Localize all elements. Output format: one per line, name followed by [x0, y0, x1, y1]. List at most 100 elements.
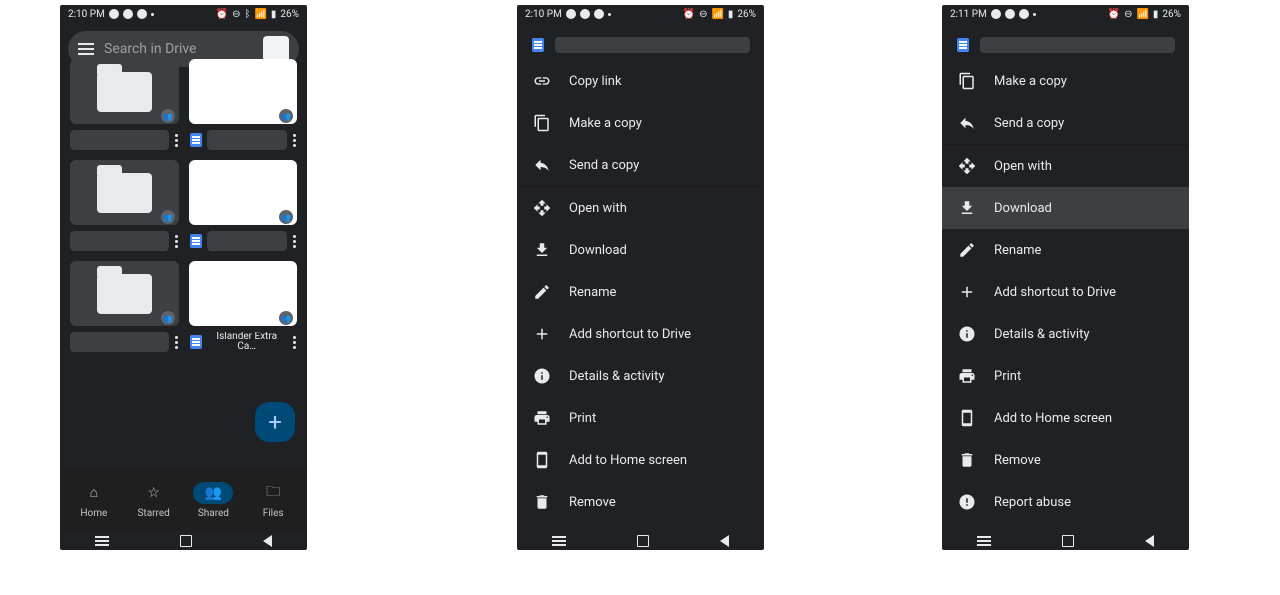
more-options-icon[interactable] [293, 134, 297, 147]
search-input[interactable]: Search in Drive [104, 41, 253, 57]
remove-icon [533, 493, 551, 511]
menu-item-label: Report abuse [994, 495, 1071, 510]
file-name [207, 130, 288, 150]
info-icon [533, 367, 551, 385]
download-icon [533, 241, 551, 259]
status-bar: 2:10 PM ⏰ ⊖ 📶 ▮ 26% [517, 5, 764, 23]
nav-home[interactable]: ⌂ Home [74, 482, 114, 519]
print-icon [533, 409, 551, 427]
menu-remove[interactable]: Remove [517, 481, 764, 523]
menu-remove[interactable]: Remove [942, 439, 1189, 481]
menu-report[interactable]: Report abuse [942, 481, 1189, 523]
docs-icon [531, 38, 545, 52]
open-with-icon [533, 199, 551, 217]
notification-icon [566, 9, 576, 19]
recents-button[interactable] [552, 540, 566, 542]
menu-download[interactable]: Download [517, 229, 764, 271]
alarm-icon: ⏰ [1108, 9, 1120, 20]
signal-icon: ▮ [271, 9, 277, 20]
battery-text: 26% [280, 9, 299, 20]
home-button[interactable] [1062, 535, 1074, 547]
open-with-icon [958, 157, 976, 175]
status-time: 2:11 PM [950, 9, 987, 20]
signal-icon: ▮ [728, 9, 734, 20]
menu-add-home[interactable]: Add to Home screen [942, 397, 1189, 439]
more-options-icon[interactable] [293, 336, 297, 349]
file-card-doc[interactable]: 👥 [189, 160, 298, 251]
people-icon: 👥 [205, 485, 222, 501]
star-icon: ☆ [147, 485, 160, 501]
menu-open-with[interactable]: Open with [517, 187, 764, 229]
hamburger-menu-icon[interactable] [78, 43, 94, 55]
menu-send-copy[interactable]: Send a copy [517, 144, 764, 186]
menu-download[interactable]: Download [942, 187, 1189, 229]
print-icon [958, 367, 976, 385]
recents-button[interactable] [95, 540, 109, 542]
menu-make-copy[interactable]: Make a copy [942, 60, 1189, 102]
more-notifications-icon [608, 13, 611, 16]
file-card-doc[interactable]: 👥 Islander Extra Ca… [189, 261, 298, 352]
menu-add-home[interactable]: Add to Home screen [517, 439, 764, 481]
copy-icon [533, 114, 551, 132]
battery-text: 26% [1162, 9, 1181, 20]
shared-badge-icon: 👥 [161, 210, 175, 224]
menu-item-label: Send a copy [569, 158, 639, 173]
info-icon [958, 325, 976, 343]
docs-icon [189, 234, 203, 248]
docs-icon [189, 335, 203, 349]
file-name [70, 332, 169, 352]
menu-rename[interactable]: Rename [517, 271, 764, 313]
more-options-icon[interactable] [175, 336, 179, 349]
fab-new-button[interactable]: + [255, 402, 295, 442]
menu-add-shortcut[interactable]: Add shortcut to Drive [517, 313, 764, 355]
back-button[interactable] [263, 535, 272, 547]
home-icon: ⌂ [90, 484, 98, 501]
shortcut-icon [958, 283, 976, 301]
nav-files[interactable]: 🗀 Files [253, 482, 293, 519]
back-button[interactable] [720, 535, 729, 547]
file-grid: 👥 👥 👥 [60, 59, 307, 352]
menu-details[interactable]: Details & activity [942, 313, 1189, 355]
remove-icon [958, 451, 976, 469]
shared-badge-icon: 👥 [161, 311, 175, 325]
menu-send-copy[interactable]: Send a copy [942, 102, 1189, 144]
menu-item-label: Open with [569, 201, 627, 216]
more-options-icon[interactable] [175, 235, 179, 248]
file-card-folder[interactable]: 👥 [70, 59, 179, 150]
menu-open-with[interactable]: Open with [942, 145, 1189, 187]
nav-label: Shared [198, 508, 229, 519]
notification-icon [1005, 9, 1015, 19]
home-button[interactable] [180, 535, 192, 547]
menu-item-label: Download [569, 243, 627, 258]
menu-add-shortcut[interactable]: Add shortcut to Drive [942, 271, 1189, 313]
shared-badge-icon: 👥 [279, 109, 293, 123]
nav-starred[interactable]: ☆ Starred [134, 482, 174, 519]
menu-item-label: Send a copy [994, 116, 1064, 131]
dnd-icon: ⊖ [699, 9, 707, 20]
more-options-icon[interactable] [175, 134, 179, 147]
back-button[interactable] [1145, 535, 1154, 547]
menu-item-label: Make a copy [569, 116, 642, 131]
notification-icon [1019, 9, 1029, 19]
menu-make-copy[interactable]: Make a copy [517, 102, 764, 144]
menu-details[interactable]: Details & activity [517, 355, 764, 397]
file-card-doc[interactable]: 👥 [189, 59, 298, 150]
context-menu-screen-2: 2:11 PM ⏰ ⊖ 📶 ▮ 26% Make a copySend a co… [942, 5, 1189, 550]
menu-print[interactable]: Print [942, 355, 1189, 397]
send-icon [533, 156, 551, 174]
home-button[interactable] [637, 535, 649, 547]
file-name [207, 231, 288, 251]
shortcut-icon [533, 325, 551, 343]
menu-rename[interactable]: Rename [942, 229, 1189, 271]
menu-item-label: Details & activity [994, 327, 1089, 342]
alarm-icon: ⏰ [683, 9, 695, 20]
more-options-icon[interactable] [293, 235, 297, 248]
menu-copy-link[interactable]: Copy link [517, 60, 764, 102]
file-card-folder[interactable]: 👥 [70, 160, 179, 251]
file-card-folder[interactable]: 👥 [70, 261, 179, 352]
context-menu: Copy link Make a copy Send a copy Open with… [517, 60, 764, 532]
recents-button[interactable] [977, 540, 991, 542]
nav-shared[interactable]: 👥 Shared [193, 482, 233, 519]
menu-print[interactable]: Print [517, 397, 764, 439]
menu-item-label: Add to Home screen [994, 411, 1112, 426]
